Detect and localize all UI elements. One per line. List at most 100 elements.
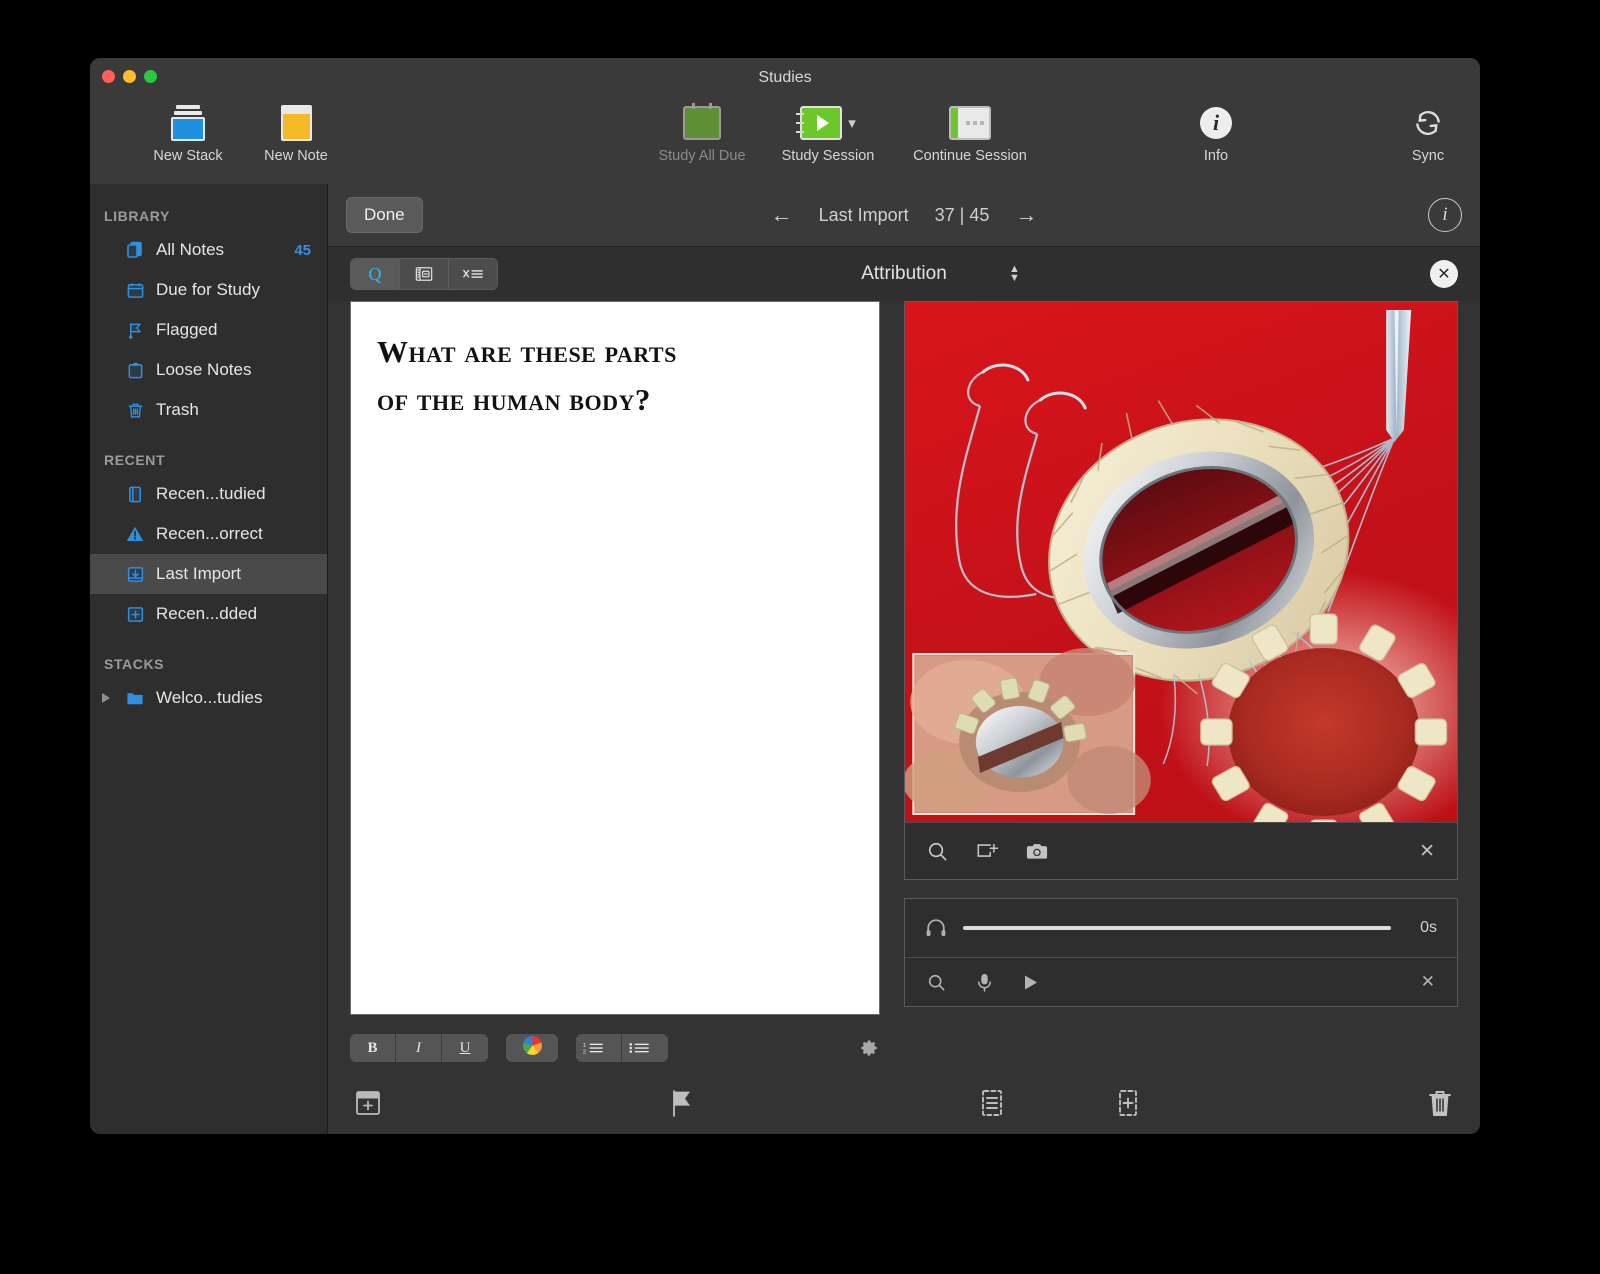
sidebar-item-label: Last Import: [156, 564, 242, 583]
calendar-icon: [124, 279, 146, 301]
search-audio-icon[interactable]: [927, 973, 946, 992]
image-tools: ✕: [905, 822, 1457, 879]
attribution-bar: Q Attribution ▲ ▼ ✕: [328, 247, 1480, 301]
sidebar-item-label: Recen...tudied: [156, 484, 266, 503]
close-attribution-button[interactable]: ✕: [1430, 260, 1458, 288]
sidebar-item-welcome-studies[interactable]: Welco...tudies: [90, 678, 327, 718]
toolbar-info[interactable]: i Info: [1162, 102, 1270, 164]
camera-icon[interactable]: [1026, 842, 1048, 861]
multiply-list-tab[interactable]: [449, 259, 497, 289]
svg-text:1: 1: [583, 1043, 586, 1049]
new-stack-icon: [134, 102, 242, 144]
sidebar-item-all-notes[interactable]: All Notes 45: [90, 230, 327, 270]
attribution-stepper[interactable]: ▲ ▼: [1009, 264, 1020, 284]
navigation-bar: Done ← Last Import 37 | 45 → i: [328, 184, 1480, 247]
audio-progress-track[interactable]: [963, 926, 1391, 930]
sidebar-item-label: All Notes: [156, 240, 225, 259]
sidebar-item-label: Loose Notes: [156, 360, 252, 379]
sidebar-item-label: Welco...tudies: [156, 688, 263, 707]
attachment-image[interactable]: [905, 302, 1457, 822]
window-toolbar: Studies New Stack New Note Study All Due: [90, 58, 1480, 185]
sidebar-item-label: Due for Study: [156, 280, 260, 299]
next-card-button[interactable]: →: [1015, 202, 1037, 228]
italic-button[interactable]: I: [396, 1034, 442, 1062]
toolbar-sync-label: Sync: [1411, 148, 1445, 164]
note-info-button[interactable]: i: [1428, 198, 1462, 232]
sidebar-item-due-for-study[interactable]: Due for Study: [90, 270, 327, 310]
color-group: [506, 1034, 558, 1062]
screen: Studies New Stack New Note Study All Due: [0, 0, 1600, 1274]
numbered-list-button[interactable]: 1 2: [576, 1034, 622, 1062]
toolbar-study-all-due[interactable]: Study All Due: [639, 102, 765, 164]
bottom-bar: [328, 1072, 1480, 1134]
clipboard-icon: [124, 359, 146, 381]
audio-tools: ✕: [905, 957, 1457, 1006]
bold-button[interactable]: B: [350, 1034, 396, 1062]
info-circle-icon: i: [1162, 102, 1270, 144]
main-area: Done ← Last Import 37 | 45 → i Q Attribu…: [328, 184, 1480, 1134]
sidebar-item-label: Trash: [156, 400, 199, 419]
toolbar-continue-session-label: Continue Session: [913, 148, 1027, 164]
flag-icon: [124, 319, 146, 341]
search-image-icon[interactable]: [927, 841, 948, 862]
sidebar: LIBRARY All Notes 45 Due for Study Flagg…: [90, 184, 328, 1134]
card-text-line-1: What are these parts: [377, 334, 677, 369]
navigation-center: ← Last Import 37 | 45 →: [328, 202, 1480, 228]
delete-button[interactable]: [1426, 1088, 1454, 1118]
sidebar-item-label: Flagged: [156, 320, 218, 339]
folder-icon: [124, 687, 146, 709]
add-note-button[interactable]: [354, 1089, 382, 1117]
sidebar-item-loose-notes[interactable]: Loose Notes: [90, 350, 327, 390]
plus-box-icon: [124, 603, 146, 625]
play-icon[interactable]: [1023, 974, 1039, 991]
add-card-button[interactable]: [1115, 1089, 1141, 1117]
notes-icon: [124, 239, 146, 261]
remove-audio-icon[interactable]: ✕: [1421, 972, 1435, 992]
audio-attachment-box: 0s ✕: [904, 898, 1458, 1007]
headphones-icon: [925, 918, 947, 938]
flag-button[interactable]: [667, 1088, 695, 1118]
toolbar-sync[interactable]: Sync: [1374, 102, 1480, 164]
card-text-editor[interactable]: What are these parts of the human body?: [350, 301, 880, 1015]
sidebar-item-recently-studied[interactable]: Recen...tudied: [90, 474, 327, 514]
toolbar-new-stack[interactable]: New Stack: [134, 102, 242, 164]
toolbar-new-note[interactable]: New Note: [242, 102, 350, 164]
color-wheel-button[interactable]: [506, 1034, 558, 1062]
sidebar-item-recently-incorrect[interactable]: Recen...orrect: [90, 514, 327, 554]
sidebar-item-last-import[interactable]: Last Import: [90, 554, 327, 594]
audio-player: 0s: [905, 899, 1457, 957]
warning-triangle-icon: [124, 523, 146, 545]
previous-card-button[interactable]: ←: [771, 202, 793, 228]
card-position: 37 | 45: [934, 204, 990, 225]
sidebar-item-flagged[interactable]: Flagged: [90, 310, 327, 350]
sidebar-section-stacks: STACKS: [104, 656, 165, 672]
sidebar-item-trash[interactable]: Trash: [90, 390, 327, 430]
gear-icon[interactable]: [858, 1037, 880, 1059]
attribution-title: Attribution: [861, 263, 947, 284]
microphone-icon[interactable]: [976, 973, 993, 992]
card-editor-pane: What are these parts of the human body? …: [350, 301, 880, 1072]
sidebar-item-recently-added[interactable]: Recen...dded: [90, 594, 327, 634]
card-layout-tab[interactable]: [400, 259, 449, 289]
content-panes: What are these parts of the human body? …: [328, 301, 1480, 1072]
disclosure-triangle-icon[interactable]: [102, 693, 110, 703]
toolbar-new-note-label: New Note: [264, 148, 328, 164]
side-selector[interactable]: Q: [350, 258, 498, 290]
continue-notebook-icon: [892, 102, 1048, 144]
chevron-down-icon[interactable]: ▾: [848, 114, 856, 132]
done-button[interactable]: Done: [346, 197, 423, 233]
audio-duration: 0s: [1420, 919, 1437, 936]
toolbar-new-stack-label: New Stack: [153, 148, 223, 164]
question-tab[interactable]: Q: [351, 259, 400, 289]
card-list-button[interactable]: [979, 1089, 1005, 1117]
window-title: Studies: [758, 69, 812, 86]
underline-button[interactable]: U: [442, 1034, 488, 1062]
play-notebook-icon: ▾: [762, 102, 894, 144]
remove-image-icon[interactable]: ✕: [1419, 840, 1435, 863]
add-image-icon[interactable]: [976, 841, 998, 861]
sync-icon: [1374, 102, 1480, 144]
toolbar-continue-session[interactable]: Continue Session: [892, 102, 1048, 164]
new-note-icon: [242, 102, 350, 144]
bulleted-list-button[interactable]: [622, 1034, 668, 1062]
toolbar-study-session[interactable]: ▾ Study Session: [762, 102, 894, 164]
